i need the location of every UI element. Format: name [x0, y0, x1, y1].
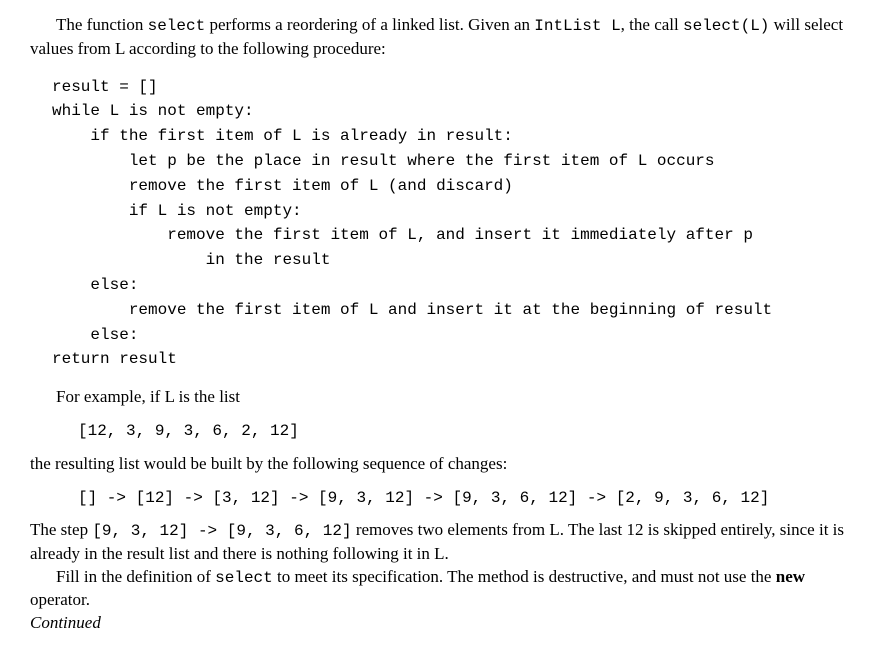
intro-code-3: select(L)	[683, 17, 769, 35]
intro-code-2: IntList L	[534, 17, 620, 35]
explain-code-1: [9, 3, 12] -> [9, 3, 6, 12]	[92, 522, 351, 540]
explain-text-1: The step	[30, 520, 92, 539]
fillin-text-1: Fill in the definition of	[56, 567, 215, 586]
intro-text-1: The function	[56, 15, 148, 34]
example-mid: the resulting list would be built by the…	[30, 453, 862, 476]
continued-label: Continued	[30, 612, 862, 635]
intro-paragraph: The function select performs a reorderin…	[30, 14, 862, 61]
example-seq: [] -> [12] -> [3, 12] -> [9, 3, 12] -> […	[78, 489, 769, 507]
explain-paragraph: The step [9, 3, 12] -> [9, 3, 6, 12] rem…	[30, 519, 862, 566]
intro-code-1: select	[148, 17, 206, 35]
fillin-text-3: operator.	[30, 590, 90, 609]
fillin-code-1: select	[215, 569, 273, 587]
example-list-wrap: [12, 3, 9, 3, 6, 2, 12]	[78, 419, 862, 443]
fillin-paragraph: Fill in the definition of select to meet…	[30, 566, 862, 613]
fillin-text-2: to meet its specification. The method is…	[273, 567, 776, 586]
example-list: [12, 3, 9, 3, 6, 2, 12]	[78, 422, 299, 440]
fillin-bold-1: new	[776, 567, 805, 586]
intro-text-3: , the call	[621, 15, 683, 34]
intro-text-2: performs a reordering of a linked list. …	[205, 15, 534, 34]
example-seq-wrap: [] -> [12] -> [3, 12] -> [9, 3, 12] -> […	[78, 486, 862, 510]
example-intro: For example, if L is the list	[30, 386, 862, 409]
pseudocode-block: result = [] while L is not empty: if the…	[52, 75, 862, 373]
